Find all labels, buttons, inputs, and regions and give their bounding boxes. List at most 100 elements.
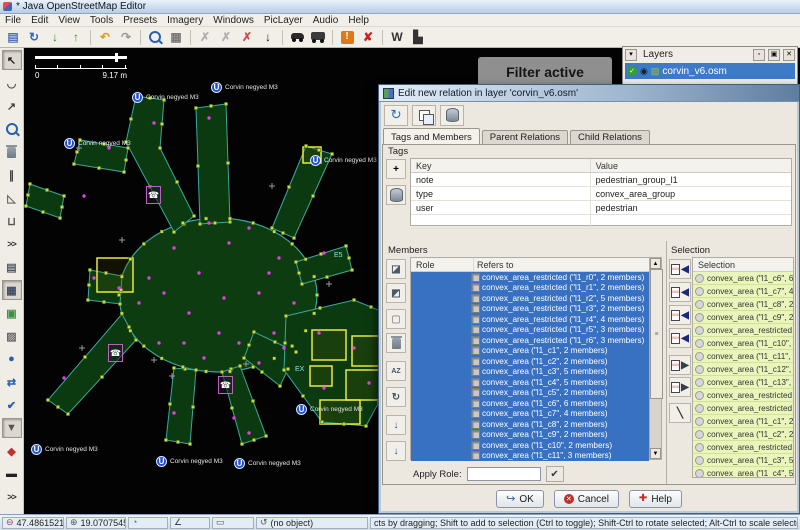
parallel-way-tool-button[interactable]: ∥: [2, 165, 22, 185]
select-tool-button[interactable]: ↖: [2, 50, 22, 70]
tab-tags-and-members[interactable]: Tags and Members: [383, 128, 480, 145]
ok-button[interactable]: ↪ OK: [496, 490, 544, 508]
sync-data-button[interactable]: ↻: [24, 28, 44, 46]
cancel-button[interactable]: ✕ Cancel: [554, 490, 619, 508]
open-file-button[interactable]: ▤: [3, 28, 23, 46]
improve-accuracy-tool-button[interactable]: ◺: [2, 188, 22, 208]
merge-layer-button[interactable]: ⇄: [2, 372, 22, 392]
redo-button[interactable]: ↷: [116, 28, 136, 46]
apply-role-input[interactable]: [467, 467, 541, 481]
scroll-thumb[interactable]: ≡: [650, 269, 663, 399]
menu-help[interactable]: Help: [343, 15, 374, 26]
member-row[interactable]: convex_area_restricted ("l1_r2", 5 membe…: [411, 293, 649, 304]
members-table[interactable]: Role Refers to convex_area_restricted ("…: [410, 257, 650, 460]
validation-warning-button[interactable]: !: [337, 28, 357, 46]
histogram-button[interactable]: ▙: [408, 28, 428, 46]
add-before-first-button[interactable]: ◀: [669, 282, 691, 302]
pointer-tool-button[interactable]: ↓: [258, 28, 278, 46]
selection-table[interactable]: Selection convex_area ("l1_c6", 6 member…: [692, 257, 794, 478]
add-all-at-start-button[interactable]: ◀: [669, 259, 691, 279]
menu-audio[interactable]: Audio: [308, 15, 344, 26]
undo-button[interactable]: ↶: [95, 28, 115, 46]
search-button[interactable]: [145, 28, 165, 46]
filter-button[interactable]: ▼: [2, 418, 22, 438]
move-member-up-button[interactable]: ↓: [386, 415, 406, 435]
layer-visibility-eye-icon[interactable]: ◉: [640, 67, 648, 76]
tag-row[interactable]: notepedestrian_group_l1: [411, 173, 791, 187]
add-at-position-button[interactable]: ▶: [669, 355, 691, 375]
selection-row[interactable]: convex_area ("l1_c4", 5 members): [693, 467, 793, 478]
combine-tool-button[interactable]: ✗: [237, 28, 257, 46]
refresh-relation-button[interactable]: ↻: [384, 105, 408, 126]
tag-row-empty[interactable]: [411, 215, 791, 229]
selection-row[interactable]: convex_area ("l1_c1", 2 members): [693, 415, 793, 428]
tab-child-relations[interactable]: Child Relations: [570, 130, 650, 145]
layers-dock-button[interactable]: ▣: [768, 49, 780, 61]
member-row[interactable]: convex_area ("l1_c1", 2 members): [411, 346, 649, 357]
add-tag-button[interactable]: +: [386, 159, 406, 179]
layers-close-button[interactable]: ✕: [783, 49, 795, 61]
selection-row[interactable]: convex_area ("l1_c10", 2 members): [693, 337, 793, 350]
delete-tag-button[interactable]: [386, 185, 406, 205]
selection-row[interactable]: convex_area ("l1_c6", 6 members): [693, 272, 793, 285]
member-row[interactable]: convex_area ("l1_c4", 5 members): [411, 377, 649, 388]
member-row[interactable]: convex_area_restricted ("l1_r6", 3 membe…: [411, 335, 649, 346]
delete-button[interactable]: ✘: [358, 28, 378, 46]
reverse-order-button[interactable]: ↻: [386, 387, 406, 407]
selection-row[interactable]: convex_area ("l1_c12", 2 members): [693, 363, 793, 376]
download-data-button[interactable]: ↓: [45, 28, 65, 46]
menu-file[interactable]: File: [0, 15, 26, 26]
apply-role-button[interactable]: ✔: [546, 466, 564, 482]
window-titlebar[interactable]: * Java OpenStreetMap Editor: [0, 0, 800, 14]
menu-presets[interactable]: Presets: [118, 15, 162, 26]
member-row[interactable]: convex_area_restricted ("l1_r1", 2 membe…: [411, 283, 649, 294]
member-row[interactable]: convex_area ("l1_c5", 2 members): [411, 388, 649, 399]
tagging-button[interactable]: ▬: [2, 464, 22, 484]
validate-button[interactable]: ✔: [2, 395, 22, 415]
tab-parent-relations[interactable]: Parent Relations: [482, 130, 568, 145]
menu-view[interactable]: View: [53, 15, 85, 26]
upload-data-button[interactable]: ↑: [66, 28, 86, 46]
layer-active-check-icon[interactable]: ✓: [627, 66, 637, 76]
add-at-position-alt-button[interactable]: ▶: [669, 377, 691, 397]
layers-menu-button[interactable]: ▾: [625, 49, 637, 61]
selection-row[interactable]: convex_area_restricted ("l1_r4", 4 membe…: [693, 324, 793, 337]
member-row[interactable]: convex_area_restricted ("l1_r4", 4 membe…: [411, 314, 649, 325]
bus-profile-button[interactable]: [308, 28, 328, 46]
remove-member-button[interactable]: [386, 333, 406, 353]
selection-row[interactable]: convex_area_restricted ("l1_r1", 2 membe…: [693, 389, 793, 402]
selection-row[interactable]: convex_area ("l1_c11", 3 members): [693, 350, 793, 363]
menu-piclayer[interactable]: PicLayer: [259, 15, 308, 26]
conflict-tool-button[interactable]: ╲: [669, 403, 691, 423]
member-row[interactable]: convex_area ("l1_c9", 2 members): [411, 430, 649, 441]
member-row[interactable]: convex_area ("l1_c3", 5 members): [411, 367, 649, 378]
add-selected-at-end-button[interactable]: ◩: [386, 283, 406, 303]
member-row[interactable]: convex_area_restricted ("l1_r3", 2 membe…: [411, 304, 649, 315]
member-row[interactable]: convex_area ("l1_c10", 2 members): [411, 440, 649, 451]
member-row[interactable]: convex_area_restricted ("l1_r5", 3 membe…: [411, 325, 649, 336]
gps-layer-button[interactable]: ●: [2, 349, 22, 369]
move-member-down-button[interactable]: ↓: [386, 441, 406, 461]
draw-node-tool-button[interactable]: ↗: [2, 96, 22, 116]
member-row[interactable]: convex_area ("l1_c11", 3 members): [411, 451, 649, 462]
zoom-tool-button[interactable]: [2, 119, 22, 139]
member-row[interactable]: convex_area ("l1_c2", 2 members): [411, 356, 649, 367]
sort-members-button[interactable]: AZ: [386, 361, 406, 381]
member-row[interactable]: convex_area ("l1_c6", 6 members): [411, 398, 649, 409]
merge-tool-button[interactable]: ✗: [195, 28, 215, 46]
tags-table[interactable]: Key Value notepedestrian_group_l1typecon…: [410, 158, 792, 226]
selection-row[interactable]: convex_area ("l1_c8", 2 members): [693, 298, 793, 311]
car-profile-button[interactable]: [287, 28, 307, 46]
menu-imagery[interactable]: Imagery: [162, 15, 208, 26]
layer-row[interactable]: ✓ ◉ ▧ corvin_v6.osm: [625, 63, 795, 79]
add-after-last-button[interactable]: ◀: [669, 305, 691, 325]
selection-row[interactable]: convex_area ("l1_c9", 2 members): [693, 311, 793, 324]
more-tools-button[interactable]: >>: [2, 234, 22, 254]
help-button[interactable]: ✚ Help: [629, 490, 682, 508]
members-scrollbar[interactable]: ▲ ≡ ▼: [649, 257, 662, 460]
wikipedia-button[interactable]: W: [387, 28, 407, 46]
preferences-button[interactable]: ▦: [166, 28, 186, 46]
menu-tools[interactable]: Tools: [85, 15, 118, 26]
selection-row[interactable]: convex_area ("l1_c7", 4 members): [693, 285, 793, 298]
dialog-titlebar[interactable]: Edit new relation in layer 'corvin_v6.os…: [379, 85, 799, 102]
